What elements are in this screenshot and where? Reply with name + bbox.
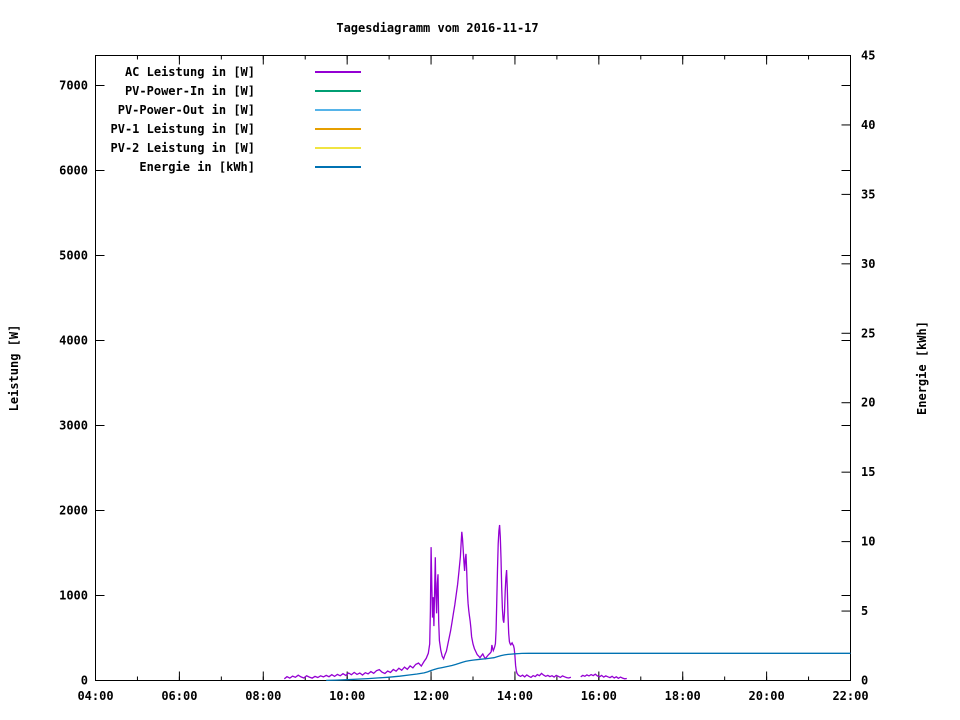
y-right-tick-label: 10 [861,535,875,549]
x-axis-tick-label: 06:00 [161,689,197,703]
legend-item: AC Leistung in [W] [103,62,361,81]
legend-item: PV-1 Leistung in [W] [103,119,361,138]
legend-label: PV-2 Leistung in [W] [110,140,256,155]
x-axis-tick-label: 04:00 [77,689,113,703]
y-right-tick-label: 30 [861,257,875,271]
legend-label: PV-1 Leistung in [W] [110,121,256,136]
x-axis-tick-label: 18:00 [665,689,701,703]
x-axis-tick-label: 16:00 [581,689,617,703]
series-line-0-ac-leistung-in-w- [283,524,627,680]
y-axis-label-right: Energie [kWh] [915,321,929,415]
legend-label: AC Leistung in [W] [124,64,255,79]
y-left-tick-label: 4000 [59,334,88,348]
legend-label: PV-Power-Out in [W] [117,102,255,117]
legend-item: PV-Power-In in [W] [103,81,361,100]
y-left-tick-label: 0 [81,674,88,688]
y-left-tick-label: 2000 [59,504,88,518]
legend-item: PV-Power-Out in [W] [103,100,361,119]
legend-item: Energie in [kWh] [103,157,361,176]
y-right-tick-label: 45 [861,49,875,63]
legend-line-sample [315,165,361,168]
y-right-tick-label: 0 [861,674,868,688]
x-axis-tick-label: 20:00 [749,689,785,703]
y-right-tick-label: 25 [861,326,875,340]
y-right-tick-label: 5 [861,604,868,618]
y-left-tick-label: 3000 [59,419,88,433]
legend-line-sample [315,108,361,111]
y-left-tick-label: 6000 [59,164,88,178]
y-right-tick-label: 35 [861,187,875,201]
y-right-tick-label: 40 [861,118,875,132]
legend-line-sample [315,127,361,130]
legend-line-sample [315,89,361,92]
chart-title: Tagesdiagramm vom 2016-11-17 [336,21,539,35]
legend-line-sample [315,146,361,149]
legend: AC Leistung in [W] PV-Power-In in [W] PV-P… [103,62,361,176]
legend-label: Energie in [kWh] [139,159,255,174]
legend-line-sample [315,70,361,73]
x-axis-tick-label: 14:00 [497,689,533,703]
y-axis-label-left: Leistung [W] [7,324,21,412]
y-right-tick-label: 15 [861,465,875,479]
y-left-tick-label: 7000 [59,79,88,93]
y-left-tick-label: 5000 [59,249,88,263]
y-right-tick-label: 20 [861,396,875,410]
legend-label: PV-Power-In in [W] [124,83,255,98]
x-axis-tick-label: 08:00 [245,689,281,703]
x-axis-tick-label: 12:00 [413,689,449,703]
x-axis-tick-label: 10:00 [329,689,365,703]
legend-item: PV-2 Leistung in [W] [103,138,361,157]
y-left-tick-label: 1000 [59,589,88,603]
x-axis-tick-label: 22:00 [832,689,868,703]
